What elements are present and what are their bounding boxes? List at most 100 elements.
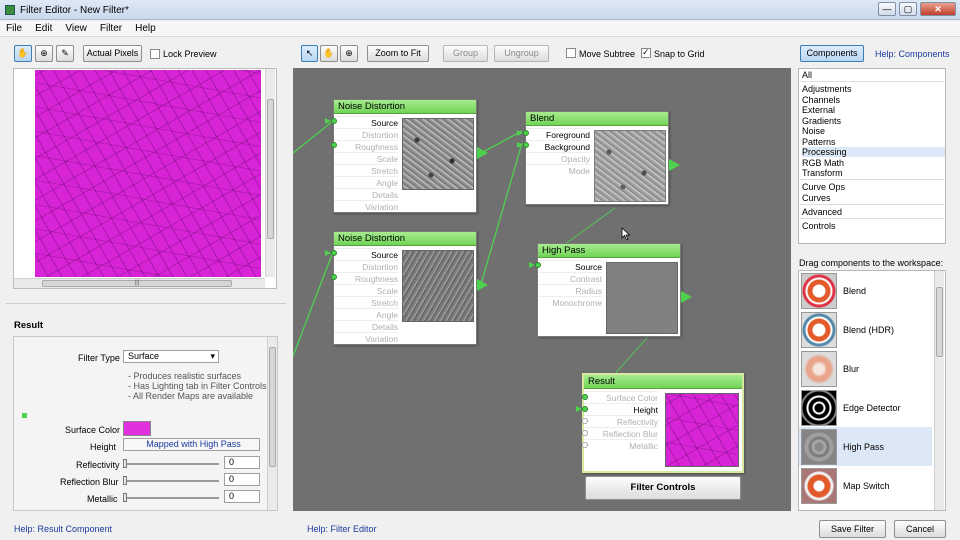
input-port[interactable] <box>582 394 588 400</box>
input-port[interactable] <box>535 262 541 268</box>
maximize-button[interactable]: ▢ <box>899 2 917 16</box>
component-list-vscroll[interactable] <box>934 271 944 510</box>
preview-vscroll[interactable] <box>265 69 275 277</box>
link-input-noise2 <box>293 251 334 357</box>
menu-file[interactable]: File <box>0 21 29 34</box>
lock-preview-checkbox[interactable] <box>150 49 160 59</box>
input-port[interactable] <box>582 430 588 436</box>
category-rgb-math[interactable]: RGB Math <box>802 158 945 168</box>
node-title: Noise Distortion <box>334 100 476 114</box>
menu-edit[interactable]: Edit <box>29 21 59 34</box>
reflection-blur-slider[interactable] <box>124 480 219 482</box>
metallic-slider[interactable] <box>124 497 219 499</box>
menu-filter[interactable]: Filter <box>94 21 129 34</box>
result-vscroll[interactable] <box>267 337 277 510</box>
edge-detector-component-icon[interactable] <box>801 390 837 426</box>
reflectivity-slider-thumb[interactable] <box>123 459 127 468</box>
preview-hscroll-thumb[interactable]: ||| <box>42 280 232 287</box>
node-blend[interactable]: Blend Foreground Background Opacity Mode <box>525 111 669 205</box>
node-result[interactable]: Result Surface Color Height Reflectivity… <box>582 373 744 473</box>
metallic-slider-thumb[interactable] <box>123 493 127 502</box>
help-result-component-link[interactable]: Help: Result Component <box>14 524 112 534</box>
blur-component-icon[interactable] <box>801 351 837 387</box>
menu-view[interactable]: View <box>59 21 94 34</box>
component-edge-detector[interactable]: Edge Detector <box>843 403 901 413</box>
input-port[interactable] <box>331 250 337 256</box>
category-gradients[interactable]: Gradients <box>802 116 945 126</box>
reflection-blur-slider-thumb[interactable] <box>123 476 127 485</box>
map-switch-component-icon[interactable] <box>801 468 837 504</box>
zoom-to-fit-button[interactable]: Zoom to Fit <box>367 45 429 62</box>
category-transform[interactable]: Transform <box>802 168 945 178</box>
node-high-pass[interactable]: High Pass Source Contrast Radius Monochr… <box>537 243 681 337</box>
eyedropper-tool-button[interactable]: ✎ <box>56 45 74 62</box>
cancel-button[interactable]: Cancel <box>894 520 946 538</box>
category-patterns[interactable]: Patterns <box>802 137 945 147</box>
blend-component-icon[interactable] <box>801 273 837 309</box>
category-advanced[interactable]: Advanced <box>802 207 945 217</box>
input-port[interactable] <box>331 142 337 148</box>
reflectivity-slider[interactable] <box>124 463 219 465</box>
help-filter-editor-link[interactable]: Help: Filter Editor <box>307 524 377 534</box>
node-noise-distortion-2[interactable]: Noise Distortion Source Distortion Rough… <box>333 231 477 345</box>
node-param: Variation <box>334 332 398 344</box>
group-button[interactable]: Group <box>443 45 488 62</box>
preview-vscroll-thumb[interactable] <box>267 99 274 239</box>
filter-type-select[interactable]: Surface ▾ <box>123 350 219 363</box>
input-port[interactable] <box>582 406 588 412</box>
input-port[interactable] <box>331 274 337 280</box>
node-param: Background <box>526 140 590 152</box>
input-port[interactable] <box>582 418 588 424</box>
connected-indicator <box>22 413 27 418</box>
help-components-link[interactable]: Help: Components <box>875 49 950 59</box>
category-all[interactable]: All <box>802 70 945 80</box>
move-subtree-checkbox[interactable] <box>566 48 576 58</box>
zoom-tool-button[interactable]: ⊕ <box>35 45 53 62</box>
component-map-switch[interactable]: Map Switch <box>843 481 890 491</box>
output-arrow-icon[interactable] <box>669 159 680 171</box>
input-port[interactable] <box>582 442 588 448</box>
component-list-vscroll-thumb[interactable] <box>936 287 943 357</box>
surface-color-swatch[interactable] <box>123 421 151 436</box>
preview-hscroll[interactable]: ||| <box>14 278 265 288</box>
high-pass-component-icon[interactable] <box>801 429 837 465</box>
reflection-blur-input[interactable]: 0 <box>224 473 260 486</box>
category-external[interactable]: External <box>802 105 945 115</box>
node-noise-distortion-1[interactable]: Noise Distortion Source Distortion Rough… <box>333 99 477 213</box>
category-controls[interactable]: Controls <box>802 221 945 231</box>
minimize-button[interactable]: — <box>878 2 896 16</box>
category-noise[interactable]: Noise <box>802 126 945 136</box>
output-arrow-icon[interactable] <box>477 279 488 291</box>
output-arrow-icon[interactable] <box>477 147 488 159</box>
save-filter-button[interactable]: Save Filter <box>819 520 886 538</box>
ungroup-button[interactable]: Ungroup <box>494 45 549 62</box>
output-arrow-icon[interactable] <box>681 291 692 303</box>
snap-to-grid-checkbox[interactable] <box>641 47 651 58</box>
actual-pixels-button[interactable]: Actual Pixels <box>83 45 142 62</box>
category-processing[interactable]: Processing <box>802 147 945 157</box>
component-high-pass[interactable]: High Pass <box>843 442 884 452</box>
category-channels[interactable]: Channels <box>802 95 945 105</box>
hand-tool-button[interactable]: ✋ <box>14 45 32 62</box>
filter-controls-button[interactable]: Filter Controls <box>585 476 741 500</box>
input-port[interactable] <box>523 130 529 136</box>
category-curves[interactable]: Curves <box>802 193 945 203</box>
blend-hdr-component-icon[interactable] <box>801 312 837 348</box>
input-port[interactable] <box>331 118 337 124</box>
component-blend-hdr[interactable]: Blend (HDR) <box>843 325 894 335</box>
metallic-input[interactable]: 0 <box>224 490 260 503</box>
input-port[interactable] <box>523 142 529 148</box>
components-tab[interactable]: Components <box>800 45 864 62</box>
menu-help[interactable]: Help <box>129 21 163 34</box>
result-vscroll-thumb[interactable] <box>269 347 276 467</box>
canvas-zoom-button[interactable]: ⊕ <box>340 45 358 62</box>
select-tool-button[interactable]: ↖ <box>301 45 318 62</box>
component-blur[interactable]: Blur <box>843 364 859 374</box>
close-button[interactable]: ✕ <box>920 2 956 16</box>
reflectivity-input[interactable]: 0 <box>224 456 260 469</box>
pan-tool-button[interactable]: ✋ <box>320 45 338 62</box>
category-adjustments[interactable]: Adjustments <box>802 84 945 94</box>
component-blend[interactable]: Blend <box>843 286 866 296</box>
height-mapped-field[interactable]: Mapped with High Pass <box>123 438 260 451</box>
category-curve-ops[interactable]: Curve Ops <box>802 182 945 192</box>
